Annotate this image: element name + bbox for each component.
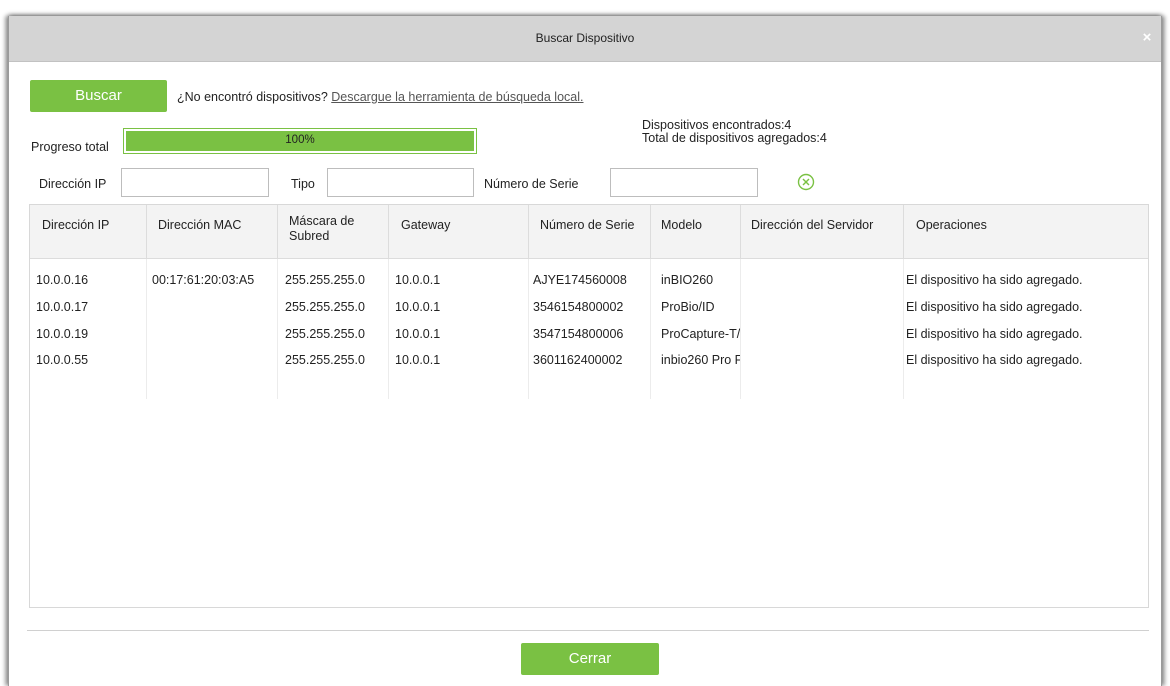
cell-subnet: 255.255.255.0 [285,327,365,341]
column-header-serial[interactable]: Número de Serie [529,205,651,259]
column-header-operations[interactable]: Operaciones [904,205,1150,259]
column-header-server[interactable]: Dirección del Servidor [741,205,904,259]
table-row[interactable]: 10.0.0.19 255.255.255.0 10.0.0.1 3547154… [30,321,1148,347]
serial-filter-label: Número de Serie [484,177,579,191]
serial-filter-input[interactable] [610,168,758,197]
dialog-title: Buscar Dispositivo [535,31,635,45]
cell-subnet: 255.255.255.0 [285,300,365,314]
cell-operations: El dispositivo ha sido agregado. [906,273,1083,287]
cell-serial: 3547154800006 [533,327,624,341]
close-button[interactable]: Cerrar [521,643,659,675]
cell-operations: El dispositivo ha sido agregado. [906,327,1083,341]
column-header-subnet[interactable]: Máscara de Subred [278,205,389,259]
search-hint: ¿No encontró dispositivos? Descargue la … [177,90,584,104]
download-tool-link[interactable]: Descargue la herramienta de búsqueda loc… [331,90,583,104]
device-table: Dirección IP Dirección MAC Máscara de Su… [29,204,1149,608]
cell-gateway: 10.0.0.1 [395,273,441,287]
column-header-model[interactable]: Modelo [651,205,741,259]
table-row[interactable]: 10.0.0.16 00:17:61:20:03:A5 255.255.255.… [30,267,1148,293]
cell-ip: 10.0.0.19 [36,327,89,341]
ip-filter-label: Dirección IP [39,177,107,191]
cell-serial: AJYE174560008 [533,273,627,287]
close-icon[interactable]: × [1139,30,1155,46]
search-stats: Dispositivos encontrados:4 Total de disp… [642,119,827,145]
clear-filter-icon[interactable] [797,173,815,191]
cell-subnet: 255.255.255.0 [285,273,365,287]
cell-ip: 10.0.0.55 [36,353,89,367]
cell-model: ProCapture-T/ [661,327,740,341]
cell-model: ProBio/ID [661,300,715,314]
cell-model: inbio260 Pro F [661,353,740,367]
type-filter-label: Tipo [291,177,315,191]
column-header-mac[interactable]: Dirección MAC [147,205,278,259]
type-filter-input[interactable] [327,168,474,197]
cell-operations: El dispositivo ha sido agregado. [906,353,1083,367]
table-row[interactable]: 10.0.0.17 255.255.255.0 10.0.0.1 3546154… [30,294,1148,320]
cell-serial: 3546154800002 [533,300,624,314]
cell-gateway: 10.0.0.1 [395,327,441,341]
column-header-gateway[interactable]: Gateway [389,205,529,259]
cell-gateway: 10.0.0.1 [395,353,441,367]
cell-mac: 00:17:61:20:03:A5 [152,273,255,287]
progress-bar: 100% [123,128,477,154]
devices-added-count: Total de dispositivos agregados:4 [642,131,827,145]
cell-ip: 10.0.0.16 [36,273,89,287]
dialog-titlebar: Buscar Dispositivo × [9,16,1161,62]
progress-fill: 100% [126,131,474,151]
cell-subnet: 255.255.255.0 [285,353,365,367]
column-header-ip[interactable]: Dirección IP [30,205,147,259]
cell-operations: El dispositivo ha sido agregado. [906,300,1083,314]
cell-ip: 10.0.0.17 [36,300,89,314]
search-hint-text: ¿No encontró dispositivos? [177,90,332,104]
search-device-dialog: Buscar Dispositivo × Buscar ¿No encontró… [8,16,1162,686]
table-row[interactable]: 10.0.0.55 255.255.255.0 10.0.0.1 3601162… [30,347,1148,373]
progress-label: Progreso total [31,140,109,154]
footer-divider [27,630,1149,631]
cell-model: inBIO260 [661,273,714,287]
search-button[interactable]: Buscar [30,80,167,112]
cell-gateway: 10.0.0.1 [395,300,441,314]
cell-serial: 3601162400002 [533,353,623,367]
table-header: Dirección IP Dirección MAC Máscara de Su… [30,205,1148,259]
ip-filter-input[interactable] [121,168,269,197]
progress-percent: 100% [285,134,315,146]
